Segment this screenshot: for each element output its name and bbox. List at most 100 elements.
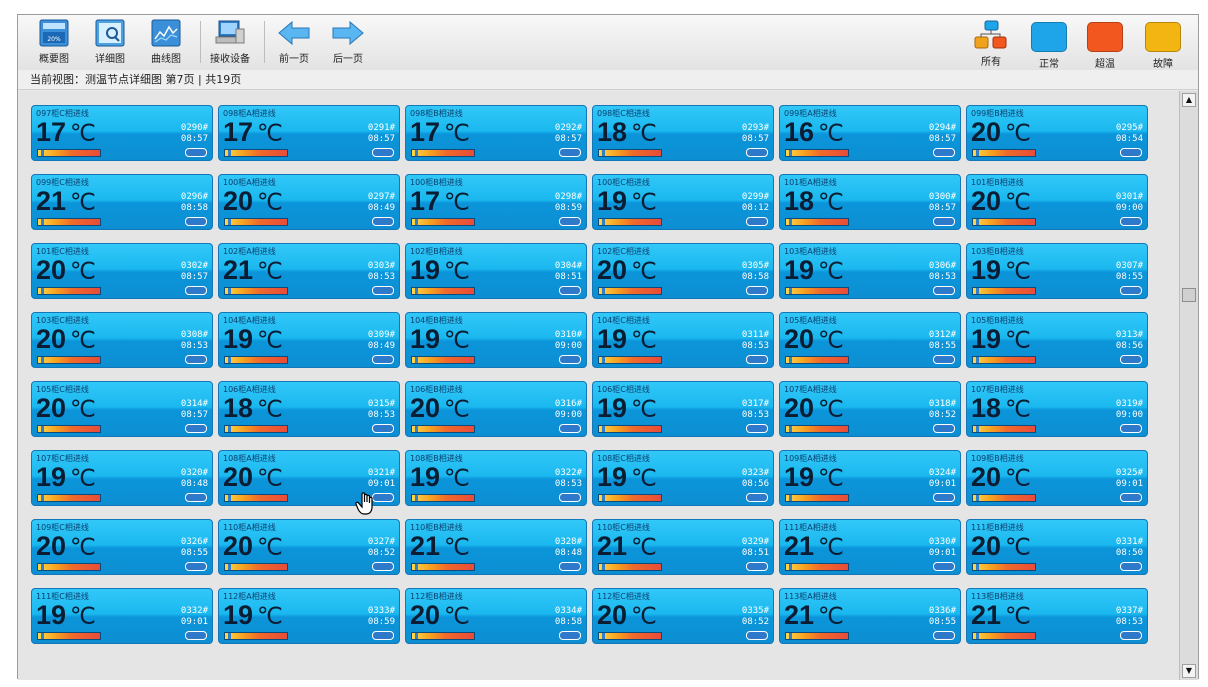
sensor-tile[interactable]: 100柜C相进线 19 ℃ 0299# 08:12 xyxy=(592,174,774,230)
overtemp-swatch-icon xyxy=(1087,22,1123,52)
sensor-tile[interactable]: 110柜C相进线 21 ℃ 0329# 08:51 xyxy=(592,519,774,575)
sensor-tile[interactable]: 107柜C相进线 19 ℃ 0320# 08:48 xyxy=(31,450,213,506)
sensor-id: 0308# xyxy=(180,330,208,340)
sensor-tile[interactable]: 098柜B相进线 17 ℃ 0292# 08:57 xyxy=(405,105,587,161)
sensor-tile[interactable]: 108柜B相进线 19 ℃ 0322# 08:53 xyxy=(405,450,587,506)
sensor-tile[interactable]: 102柜C相进线 20 ℃ 0305# 08:58 xyxy=(592,243,774,299)
sensor-tile[interactable]: 100柜B相进线 17 ℃ 0298# 08:59 xyxy=(405,174,587,230)
sensor-tile[interactable]: 099柜B相进线 20 ℃ 0295# 08:54 xyxy=(966,105,1148,161)
normal-swatch-icon xyxy=(1031,22,1067,52)
status-pill-icon xyxy=(559,493,581,502)
temperature-gauge-bar xyxy=(598,149,662,157)
status-pill-icon xyxy=(185,148,207,157)
sensor-tile[interactable]: 101柜A相进线 18 ℃ 0300# 08:57 xyxy=(779,174,961,230)
sensor-tile[interactable]: 105柜B相进线 19 ℃ 0313# 08:56 xyxy=(966,312,1148,368)
sensor-tile[interactable]: 109柜B相进线 20 ℃ 0325# 09:01 xyxy=(966,450,1148,506)
sensor-id: 0326# xyxy=(180,537,208,547)
filter-normal-button[interactable]: 正常 xyxy=(1028,19,1070,70)
curve-chart-button[interactable]: 曲线图 xyxy=(142,19,190,69)
sensor-tile[interactable]: 107柜B相进线 18 ℃ 0319# 09:00 xyxy=(966,381,1148,437)
sensor-tile[interactable]: 113柜A相进线 21 ℃ 0336# 08:55 xyxy=(779,588,961,644)
temperature-gauge-bar xyxy=(37,287,101,295)
sensor-tile[interactable]: 105柜C相进线 20 ℃ 0314# 08:57 xyxy=(31,381,213,437)
update-time: 08:53 xyxy=(367,410,395,420)
sensor-tile[interactable]: 109柜A相进线 19 ℃ 0324# 09:01 xyxy=(779,450,961,506)
temperature-unit: ℃ xyxy=(257,189,283,215)
temperature-unit: ℃ xyxy=(444,396,470,422)
sensor-tile[interactable]: 103柜B相进线 19 ℃ 0307# 08:55 xyxy=(966,243,1148,299)
scroll-up-button[interactable]: ▲ xyxy=(1182,93,1196,107)
temperature-unit: ℃ xyxy=(1005,258,1031,284)
status-pill-icon xyxy=(933,217,955,226)
temperature-gauge-bar xyxy=(598,563,662,571)
sensor-tile[interactable]: 112柜C相进线 20 ℃ 0335# 08:52 xyxy=(592,588,774,644)
sensor-tile[interactable]: 106柜A相进线 18 ℃ 0315# 08:53 xyxy=(218,381,400,437)
filter-overtemp-button[interactable]: 超温 xyxy=(1084,19,1126,70)
sensor-tile[interactable]: 102柜B相进线 19 ℃ 0304# 08:51 xyxy=(405,243,587,299)
sensor-tile[interactable]: 107柜A相进线 20 ℃ 0318# 08:52 xyxy=(779,381,961,437)
sensor-tile[interactable]: 101柜C相进线 20 ℃ 0302# 08:57 xyxy=(31,243,213,299)
update-time: 08:55 xyxy=(928,617,956,627)
sensor-tile[interactable]: 104柜A相进线 19 ℃ 0309# 08:49 xyxy=(218,312,400,368)
sensor-tile[interactable]: 099柜C相进线 21 ℃ 0296# 08:58 xyxy=(31,174,213,230)
scroll-thumb[interactable] xyxy=(1182,288,1196,302)
temperature-value: 21 xyxy=(597,531,628,561)
sensor-tile[interactable]: 106柜C相进线 19 ℃ 0317# 08:53 xyxy=(592,381,774,437)
detail-view-label: 详细图 xyxy=(95,54,125,65)
filter-fault-button[interactable]: 故障 xyxy=(1142,19,1184,70)
sensor-tile[interactable]: 104柜C相进线 19 ℃ 0311# 08:53 xyxy=(592,312,774,368)
update-time: 08:59 xyxy=(554,203,582,213)
detail-view-button[interactable]: 详细图 xyxy=(86,19,134,69)
sensor-tile[interactable]: 103柜C相进线 20 ℃ 0308# 08:53 xyxy=(31,312,213,368)
sensor-tile[interactable]: 101柜B相进线 20 ℃ 0301# 09:00 xyxy=(966,174,1148,230)
scroll-down-button[interactable]: ▼ xyxy=(1182,664,1196,678)
sensor-tile[interactable]: 111柜B相进线 20 ℃ 0331# 08:50 xyxy=(966,519,1148,575)
sensor-tile[interactable]: 113柜B相进线 21 ℃ 0337# 08:53 xyxy=(966,588,1148,644)
sensor-id: 0290# xyxy=(180,123,208,133)
sensor-tile[interactable]: 102柜A相进线 21 ℃ 0303# 08:53 xyxy=(218,243,400,299)
next-page-button[interactable]: 后一页 xyxy=(324,19,372,69)
status-pill-icon xyxy=(1120,217,1142,226)
sensor-tile[interactable]: 100柜A相进线 20 ℃ 0297# 08:49 xyxy=(218,174,400,230)
sensor-tile[interactable]: 108柜C相进线 19 ℃ 0323# 08:56 xyxy=(592,450,774,506)
svg-text:20%: 20% xyxy=(47,36,61,43)
sensor-tile[interactable]: 099柜A相进线 16 ℃ 0294# 08:57 xyxy=(779,105,961,161)
update-time: 09:01 xyxy=(180,617,208,627)
vertical-scrollbar[interactable]: ▲ ▼ xyxy=(1179,91,1198,680)
curve-chart-icon xyxy=(151,19,181,47)
temperature-gauge-bar xyxy=(224,425,288,433)
status-pill-icon xyxy=(559,631,581,640)
temperature-gauge-bar xyxy=(785,287,849,295)
sensor-tile[interactable]: 105柜A相进线 20 ℃ 0312# 08:55 xyxy=(779,312,961,368)
status-pill-icon xyxy=(372,355,394,364)
sensor-tile[interactable]: 111柜C相进线 19 ℃ 0332# 09:01 xyxy=(31,588,213,644)
sensor-tile[interactable]: 098柜A相进线 17 ℃ 0291# 08:57 xyxy=(218,105,400,161)
sensor-tile[interactable]: 103柜A相进线 19 ℃ 0306# 08:53 xyxy=(779,243,961,299)
status-pill-icon xyxy=(372,286,394,295)
sensor-tile[interactable]: 112柜A相进线 19 ℃ 0333# 08:59 xyxy=(218,588,400,644)
receive-device-button[interactable]: 接收设备 xyxy=(206,19,254,69)
sensor-tile[interactable]: 106柜B相进线 20 ℃ 0316# 09:00 xyxy=(405,381,587,437)
sensor-tile[interactable]: 104柜B相进线 19 ℃ 0310# 09:00 xyxy=(405,312,587,368)
sensor-tile[interactable]: 111柜A相进线 21 ℃ 0330# 09:01 xyxy=(779,519,961,575)
sensor-id: 0310# xyxy=(554,330,582,340)
sensor-tile[interactable]: 109柜C相进线 20 ℃ 0326# 08:55 xyxy=(31,519,213,575)
filter-all-button[interactable]: 所有 xyxy=(970,19,1012,69)
sensor-tile[interactable]: 112柜B相进线 20 ℃ 0334# 08:58 xyxy=(405,588,587,644)
status-pill-icon xyxy=(185,355,207,364)
temperature-value: 19 xyxy=(36,462,67,492)
temperature-value: 19 xyxy=(410,255,441,285)
status-pill-icon xyxy=(559,424,581,433)
update-time: 08:57 xyxy=(367,134,395,144)
prev-page-button[interactable]: 前一页 xyxy=(270,19,318,69)
temperature-value: 20 xyxy=(223,186,254,216)
sensor-tile[interactable]: 110柜B相进线 21 ℃ 0328# 08:48 xyxy=(405,519,587,575)
temperature-unit: ℃ xyxy=(444,603,470,629)
sensor-tile[interactable]: 110柜A相进线 20 ℃ 0327# 08:52 xyxy=(218,519,400,575)
sensor-tile[interactable]: 097柜C相进线 17 ℃ 0290# 08:57 xyxy=(31,105,213,161)
temperature-unit: ℃ xyxy=(444,120,470,146)
status-pill-icon xyxy=(372,631,394,640)
summary-view-button[interactable]: 20% 概要图 xyxy=(30,19,78,69)
sensor-tile[interactable]: 098柜C相进线 18 ℃ 0293# 08:57 xyxy=(592,105,774,161)
update-time: 08:54 xyxy=(1115,134,1143,144)
